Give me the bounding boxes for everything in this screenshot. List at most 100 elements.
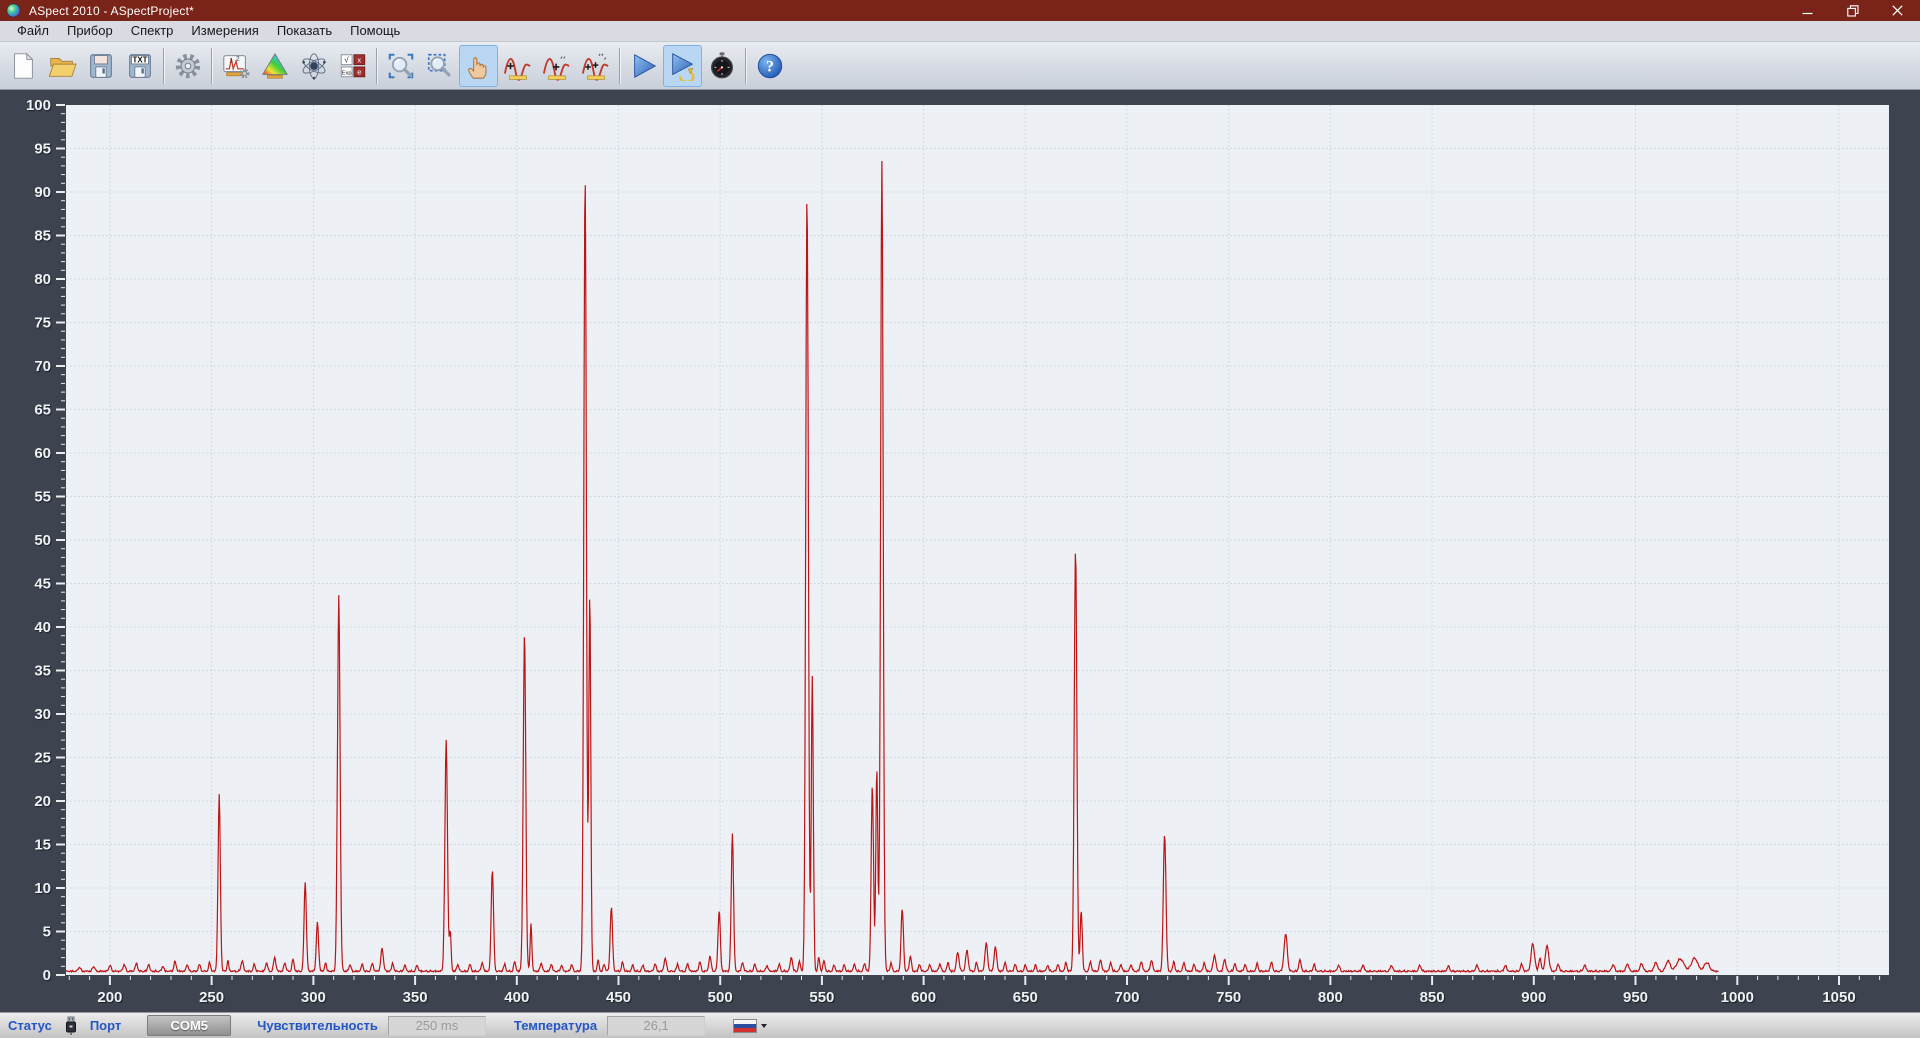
timer-button[interactable]: [702, 45, 741, 87]
play-icon: [629, 51, 659, 81]
pan-button[interactable]: [459, 44, 498, 87]
svg-text:950: 950: [1623, 989, 1648, 1006]
aspect-sphere-icon: [6, 3, 21, 18]
svg-text:300: 300: [301, 989, 326, 1006]
toolbar-separator: [211, 47, 212, 84]
new-file-button[interactable]: [3, 45, 42, 87]
save-txt-icon: TXT: [125, 51, 155, 81]
svg-text:15: 15: [34, 837, 51, 854]
open-file-button[interactable]: [42, 45, 81, 87]
svg-text:35: 35: [34, 663, 51, 680]
measurement-display-icon: 12: [221, 51, 251, 81]
add-all-peaks-button[interactable]: [576, 45, 615, 87]
toolbar: TXT 1 2 √ x Exp e?: [0, 42, 1920, 90]
minimize-icon[interactable]: [1785, 0, 1830, 21]
svg-text:0: 0: [43, 967, 51, 984]
atom-icon: [299, 51, 329, 81]
status-label: Статус: [8, 1018, 52, 1033]
svg-text:5: 5: [43, 924, 51, 941]
menu-item-5[interactable]: Помощь: [341, 21, 409, 41]
zoom-button[interactable]: [381, 45, 420, 87]
svg-text:Exp: Exp: [341, 70, 351, 76]
toolbar-separator: [376, 47, 377, 84]
magnifier-selection-icon: [425, 51, 455, 81]
add-peak-button[interactable]: [498, 45, 537, 87]
open-folder-icon: [47, 51, 77, 81]
svg-text:45: 45: [34, 576, 51, 593]
color-measurement-button[interactable]: [255, 45, 294, 87]
svg-text:750: 750: [1216, 989, 1241, 1006]
svg-text:90: 90: [34, 184, 51, 201]
svg-text:600: 600: [911, 989, 936, 1006]
measurement-display-button[interactable]: 12: [216, 45, 255, 87]
magnifier-icon: [386, 51, 416, 81]
settings-button[interactable]: [168, 45, 207, 87]
chevron-down-icon: [761, 1023, 768, 1028]
title-bar: ASpect 2010 - ASpectProject*: [0, 0, 1920, 21]
menu-item-4[interactable]: Показать: [268, 21, 341, 41]
russian-flag-icon: [733, 1018, 758, 1033]
svg-text:70: 70: [34, 358, 51, 375]
measure-continuous-button[interactable]: [663, 44, 702, 87]
svg-text:700: 700: [1114, 989, 1139, 1006]
new-file-icon: [8, 51, 38, 81]
svg-text:20: 20: [34, 793, 51, 810]
add-peak-marker-button[interactable]: [537, 45, 576, 87]
svg-text:x: x: [357, 55, 361, 64]
svg-text:50: 50: [34, 532, 51, 549]
svg-text:75: 75: [34, 315, 51, 332]
math-functions-button[interactable]: √ x Exp e: [333, 45, 372, 87]
stopwatch-icon: [707, 51, 737, 81]
menu-item-0[interactable]: Файл: [8, 21, 58, 41]
svg-text:1050: 1050: [1822, 989, 1855, 1006]
help-button[interactable]: ?: [750, 45, 789, 87]
x-axis-labels: 200 250 300 350 400 450 500 550 600 650 700 750 800 8…: [97, 989, 1855, 1006]
svg-text:850: 850: [1420, 989, 1445, 1006]
spectrum-chart[interactable]: 200 250 300 350 400 450 500 550 600 650 700 750 800 8…: [0, 90, 1920, 1012]
save-txt-button[interactable]: TXT: [120, 45, 159, 87]
peak-plus-all-icon: [581, 51, 611, 81]
gear-icon: [173, 51, 203, 81]
language-selector[interactable]: [733, 1018, 768, 1033]
temperature-label: Температура: [513, 1018, 598, 1033]
restore-icon[interactable]: [1830, 0, 1875, 21]
status-bar: Статус Порт COM5 Чувствительность 250 ms…: [0, 1012, 1920, 1038]
sensitivity-field[interactable]: 250 ms: [387, 1015, 486, 1036]
svg-text:e: e: [357, 67, 361, 76]
save-button[interactable]: [81, 45, 120, 87]
port-value-button[interactable]: COM5: [147, 1015, 232, 1036]
menu-item-3[interactable]: Измерения: [182, 21, 267, 41]
math-grid-icon: √ x Exp e: [338, 51, 368, 81]
svg-text:450: 450: [606, 989, 631, 1006]
svg-text:350: 350: [403, 989, 428, 1006]
temperature-field[interactable]: 26,1: [607, 1015, 706, 1036]
svg-text:200: 200: [97, 989, 122, 1006]
usb-connector-icon: [64, 1016, 78, 1036]
zoom-selection-button[interactable]: [420, 45, 459, 87]
svg-text:900: 900: [1521, 989, 1546, 1006]
application-window: ASpect 2010 - ASpectProject* Файл Прибор С…: [0, 0, 1920, 1038]
peak-plus-mid-icon: [542, 51, 572, 81]
svg-text:800: 800: [1318, 989, 1343, 1006]
menu-item-1[interactable]: Прибор: [58, 21, 122, 41]
svg-text:650: 650: [1013, 989, 1038, 1006]
svg-text:30: 30: [34, 706, 51, 723]
window-controls: [1785, 0, 1920, 21]
svg-text:?: ?: [766, 58, 774, 75]
close-icon[interactable]: [1875, 0, 1920, 21]
svg-text:10: 10: [34, 880, 51, 897]
svg-text:85: 85: [34, 228, 51, 245]
toolbar-separator: [619, 47, 620, 84]
save-floppy-icon: [86, 51, 116, 81]
measure-once-button[interactable]: [624, 45, 663, 87]
toolbar-separator: [745, 47, 746, 84]
svg-text:TXT: TXT: [132, 55, 147, 64]
svg-text:100: 100: [26, 97, 51, 114]
menu-item-2[interactable]: Спектр: [122, 21, 183, 41]
menu-bar: Файл Прибор Спектр Измерения Показать Помощь: [0, 21, 1920, 42]
y-axis-labels: 0 5 10 15 20 25 30 35 40 45 50 55 60 65 70 75 80 85 90 95 10…: [26, 97, 51, 984]
svg-text:55: 55: [34, 489, 51, 506]
spectral-lines-button[interactable]: [294, 45, 333, 87]
svg-text:80: 80: [34, 271, 51, 288]
sensitivity-label: Чувствительность: [257, 1018, 378, 1033]
